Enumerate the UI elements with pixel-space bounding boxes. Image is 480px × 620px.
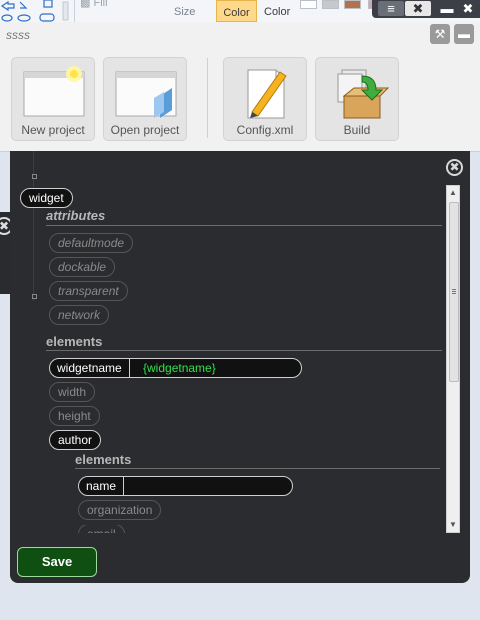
attributes-heading: attributes	[46, 208, 106, 223]
close-panel-icon[interactable]: ✖	[446, 159, 463, 176]
ribbon-divider	[74, 0, 75, 22]
grip-line	[452, 289, 456, 290]
size-label[interactable]: Size	[174, 6, 195, 18]
save-button[interactable]: Save	[17, 547, 97, 577]
new-project-button[interactable]: New project	[11, 57, 95, 141]
fill-label[interactable]: ▩ Fill	[80, 0, 108, 9]
section-divider	[75, 468, 440, 469]
widget-tag[interactable]: widget	[20, 188, 73, 208]
project-toolbar: ssss ⚒ ▬ New project Open project Config…	[0, 22, 480, 152]
widgetname-label: widgetname	[50, 359, 130, 377]
grip-line	[452, 293, 456, 294]
fill-icon: ▩	[80, 0, 91, 9]
tree-node-marker	[32, 294, 37, 299]
open-project-label: Open project	[110, 123, 180, 137]
config-xml-label: Config.xml	[236, 123, 294, 137]
author-elements-heading: elements	[75, 452, 132, 467]
name-field[interactable]: name	[78, 476, 293, 496]
tree-node-marker	[32, 174, 37, 179]
window-controls: ≡ ✖ ▬ ✖	[372, 0, 480, 18]
element-height[interactable]: height	[49, 406, 100, 426]
widgetname-input[interactable]: {widgetname}	[143, 359, 216, 377]
new-project-label: New project	[21, 123, 85, 137]
scroll-up-arrow-icon[interactable]: ▲	[447, 186, 459, 200]
color-swatch[interactable]	[322, 0, 339, 9]
shapes-gallery-icon[interactable]	[0, 0, 70, 22]
color-swatch[interactable]	[344, 0, 361, 9]
fill-text: Fill	[93, 0, 108, 9]
toolbar-title: ssss	[6, 28, 30, 42]
element-organization[interactable]: organization	[78, 500, 162, 520]
name-label: name	[79, 477, 125, 495]
menu-icon[interactable]: ≡	[378, 1, 404, 16]
author-tag[interactable]: author	[49, 430, 102, 450]
close-window-icon[interactable]: ✖	[455, 1, 480, 16]
widgetname-field[interactable]: widgetname {widgetname}	[49, 358, 302, 378]
element-email[interactable]: email	[78, 525, 125, 533]
scroll-down-arrow-icon[interactable]: ▼	[447, 518, 459, 532]
config-editor-panel: ✖ widget attributes defaultmode dockable…	[10, 151, 470, 583]
minimize-icon[interactable]: ▬	[454, 24, 474, 44]
build-button[interactable]: Build	[315, 57, 399, 141]
clipped-row: email	[70, 525, 190, 533]
elements-heading: elements	[46, 334, 103, 349]
wrench-icon[interactable]: ⚒	[430, 24, 450, 44]
config-edit-icon	[247, 69, 287, 119]
grip-line	[452, 291, 456, 292]
open-project-button[interactable]: Open project	[103, 57, 187, 141]
section-divider	[46, 225, 442, 226]
scrollbar-thumb[interactable]	[449, 202, 459, 382]
section-divider	[46, 350, 442, 351]
attribute-transparent[interactable]: transparent	[49, 281, 128, 301]
color-swatch[interactable]	[300, 0, 317, 9]
toolbar-separator	[207, 58, 208, 138]
build-icon	[337, 69, 390, 119]
close-icon[interactable]: ✖	[405, 1, 431, 16]
color2-tab[interactable]: Color	[264, 6, 290, 18]
color1-tab[interactable]: Color	[216, 0, 257, 22]
build-label: Build	[343, 123, 371, 137]
open-project-icon	[115, 71, 177, 118]
element-width[interactable]: width	[49, 382, 96, 402]
new-project-icon	[23, 66, 85, 117]
config-xml-button[interactable]: Config.xml	[223, 57, 307, 141]
attribute-dockable[interactable]: dockable	[49, 257, 116, 277]
vertical-scrollbar[interactable]: ▲ ▼	[446, 185, 460, 533]
attribute-defaultmode[interactable]: defaultmode	[49, 233, 134, 253]
attribute-network[interactable]: network	[49, 305, 110, 325]
